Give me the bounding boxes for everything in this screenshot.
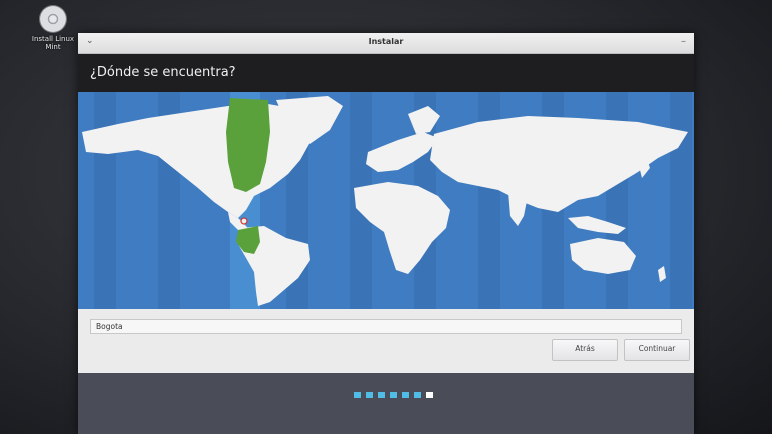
- desktop-icon-label: Install Linux Mint: [31, 35, 75, 51]
- timezone-input[interactable]: Bogota: [90, 319, 682, 334]
- progress-dot: [354, 392, 361, 398]
- world-map-icon: [82, 92, 692, 309]
- continue-button[interactable]: Continuar: [624, 339, 690, 361]
- progress-dot-current: [426, 392, 433, 398]
- close-icon[interactable]: –: [681, 36, 686, 47]
- window-title: Instalar: [368, 37, 404, 46]
- progress-dot: [402, 392, 409, 398]
- controls-area: Bogota Atrás Continuar: [78, 309, 694, 373]
- progress-dot: [390, 392, 397, 398]
- location-pin-icon: [240, 217, 248, 225]
- back-button[interactable]: Atrás: [552, 339, 618, 361]
- page-title: ¿Dónde se encuentra?: [90, 65, 236, 80]
- title-bar[interactable]: ⌄ Instalar –: [78, 33, 694, 54]
- progress-dot: [378, 392, 385, 398]
- timezone-map[interactable]: [78, 92, 694, 309]
- progress-dot: [414, 392, 421, 398]
- desktop-icon-install[interactable]: Install Linux Mint: [26, 6, 80, 51]
- progress-area: [78, 373, 694, 434]
- disc-icon: [40, 6, 66, 32]
- page-header: ¿Dónde se encuentra?: [78, 54, 694, 92]
- progress-dot: [366, 392, 373, 398]
- progress-dots: [354, 392, 433, 398]
- installer-window: ⌄ Instalar – ¿Dónde se encuentra? Bogota…: [78, 33, 694, 434]
